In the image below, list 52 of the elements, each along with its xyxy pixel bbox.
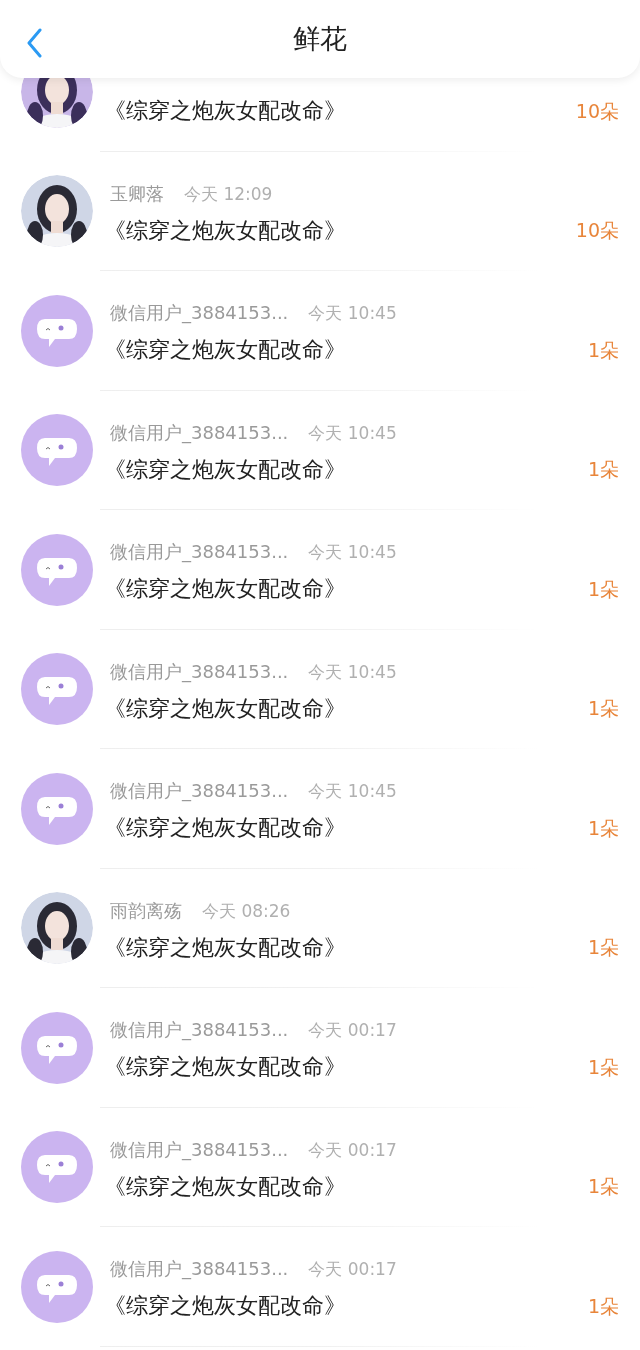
- timestamp: 今天 08:26: [202, 899, 291, 923]
- book-title: 《综穿之炮灰女配改命》: [104, 1053, 346, 1082]
- user-name: 微信用户_3884153...: [110, 659, 289, 685]
- book-title: 《综穿之炮灰女配改命》: [104, 455, 346, 484]
- flower-count: 10朵: [575, 218, 619, 243]
- default-avatar-icon: [21, 653, 93, 726]
- flower-count: 1朵: [587, 815, 619, 841]
- user-name: 玉卿落: [110, 181, 164, 206]
- user-name: 微信用户_3884153...: [110, 1137, 289, 1163]
- user-name: 微信用户_3884153...: [110, 779, 289, 804]
- default-avatar-icon: [21, 772, 93, 845]
- timestamp: 今天 10:45: [308, 660, 397, 684]
- timestamp: 今天 00:17: [308, 1258, 397, 1282]
- user-name: 微信用户_3884153...: [110, 301, 289, 326]
- timestamp: 今天 10:45: [308, 302, 397, 326]
- book-title: 《综穿之炮灰女配改命》: [104, 336, 346, 365]
- book-title: 《综穿之炮灰女配改命》: [104, 97, 346, 126]
- book-title: 《综穿之炮灰女配改命》: [104, 814, 346, 843]
- timestamp: 今天 10:45: [308, 421, 397, 445]
- default-avatar-icon: [21, 294, 93, 367]
- book-title: 《综穿之炮灰女配改命》: [104, 1292, 346, 1321]
- default-avatar-icon: [21, 414, 93, 487]
- user-name: 微信用户_3884153...: [110, 540, 289, 565]
- user-name: 微信用户_3884153...: [110, 1257, 289, 1282]
- book-title: 《综穿之炮灰女配改命》: [104, 933, 346, 962]
- timestamp: 今天 12:09: [184, 182, 273, 206]
- book-title: 《综穿之炮灰女配改命》: [104, 216, 346, 245]
- book-title: 《综穿之炮灰女配改命》: [104, 694, 346, 723]
- default-avatar-icon: [21, 1131, 93, 1204]
- flower-count: 1朵: [587, 1054, 619, 1080]
- timestamp: 今天 10:45: [308, 541, 397, 565]
- flower-count: 1朵: [587, 1174, 619, 1199]
- default-avatar-icon: [21, 533, 93, 606]
- default-avatar-icon: [21, 1011, 93, 1084]
- back-icon: [26, 28, 42, 58]
- user-name: 微信用户_3884153...: [110, 420, 289, 446]
- book-title: 《综穿之炮灰女配改命》: [104, 575, 346, 604]
- flower-count: 1朵: [587, 457, 619, 482]
- timestamp: 今天 00:17: [308, 1019, 397, 1043]
- timestamp: 今天 10:45: [308, 780, 397, 804]
- book-title: 《综穿之炮灰女配改命》: [104, 1172, 346, 1201]
- flower-count: 1朵: [587, 576, 619, 602]
- user-name: 雨韵离殇: [110, 898, 182, 923]
- user-name: 微信用户_3884153...: [110, 1018, 289, 1043]
- page-title: 鲜花: [293, 21, 347, 56]
- default-avatar-icon: [21, 1250, 93, 1323]
- flower-count: 10朵: [575, 98, 619, 124]
- flower-count: 1朵: [587, 935, 619, 960]
- flower-count: 1朵: [587, 696, 619, 721]
- timestamp: 今天 00:17: [308, 1138, 397, 1162]
- flower-count: 1朵: [587, 337, 619, 363]
- flower-count: 1朵: [587, 1293, 619, 1319]
